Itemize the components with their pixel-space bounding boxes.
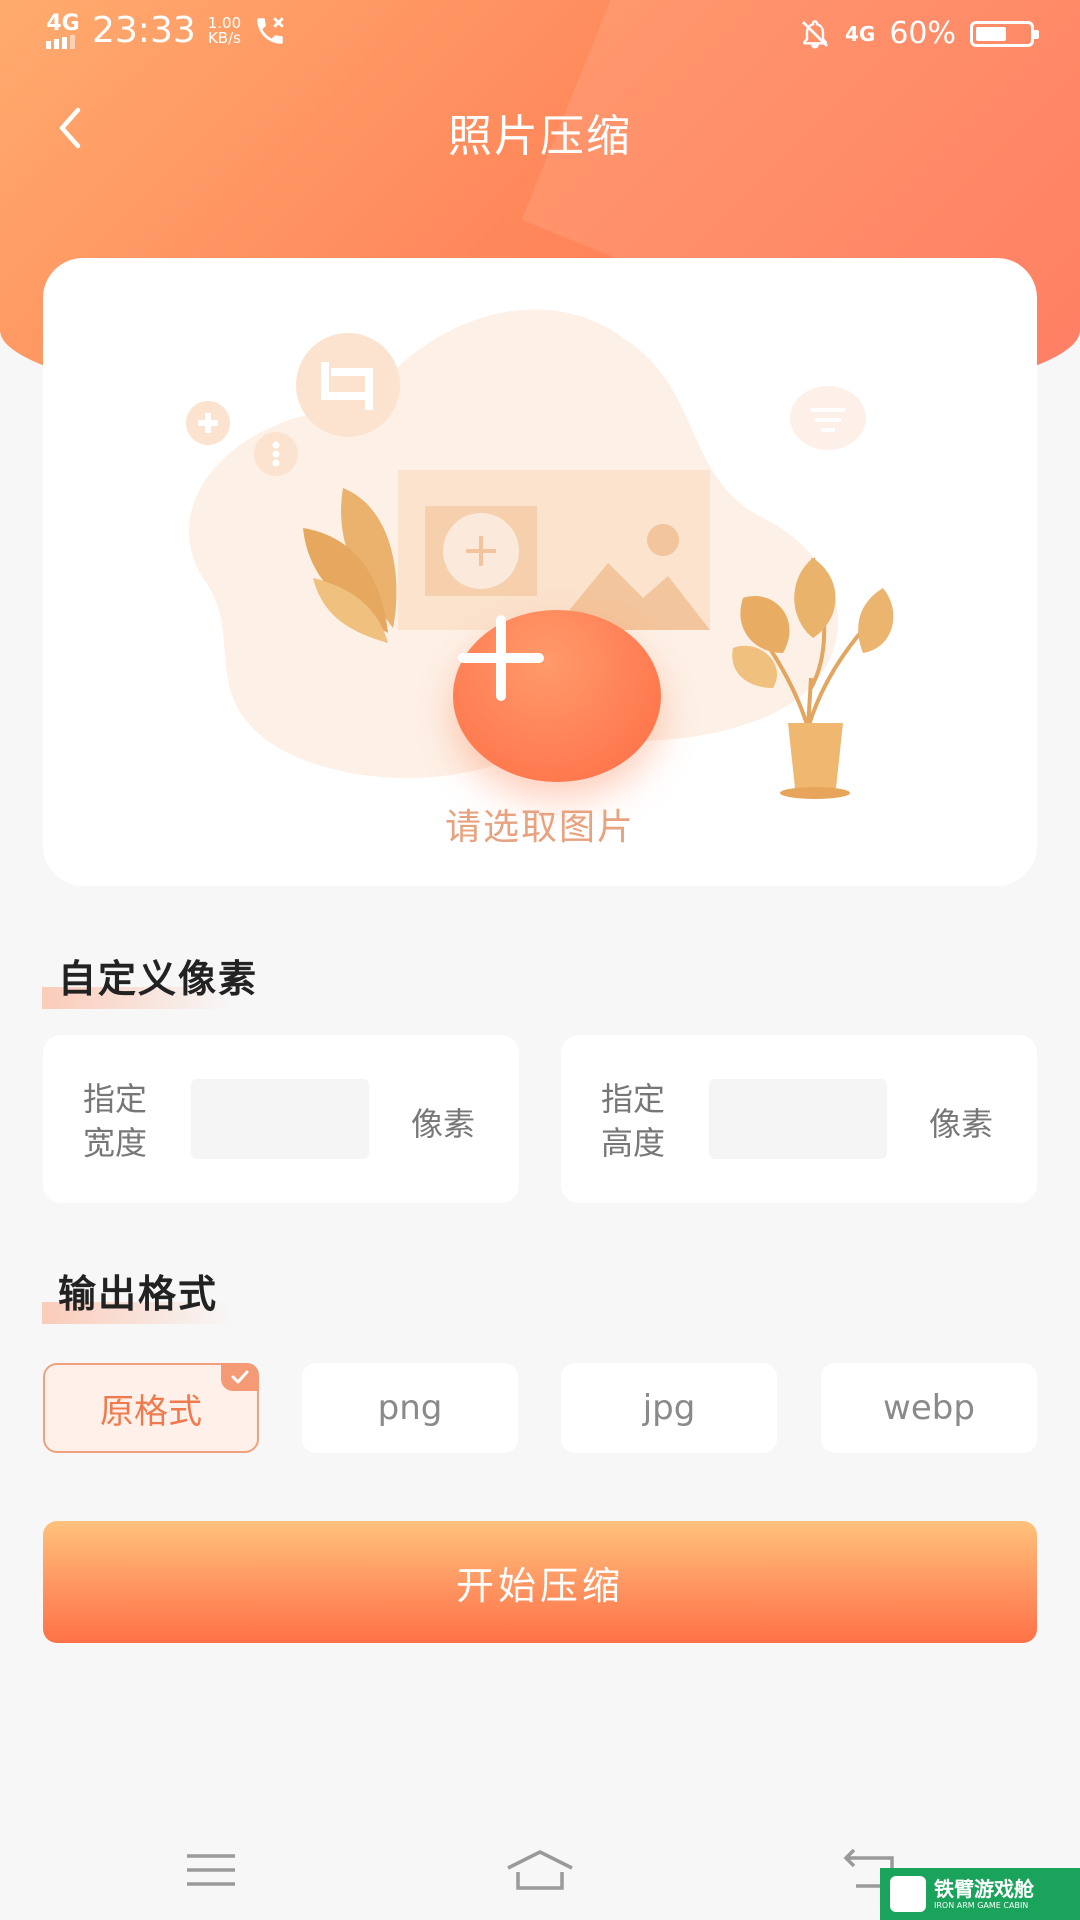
format-option-png[interactable]: png (302, 1363, 518, 1453)
custom-pixels-title: 自定义像素 (41, 948, 258, 1009)
add-image-button[interactable] (453, 610, 661, 782)
start-compress-label: 开始压缩 (455, 1563, 624, 1608)
network-type: 4G (46, 10, 80, 36)
height-input[interactable] (709, 1079, 887, 1159)
width-label: 指定宽度 (83, 1080, 148, 1162)
clock: 23:33 (92, 10, 196, 51)
picker-hint: 请选取图片 (444, 807, 635, 848)
battery-icon (970, 20, 1039, 47)
battery-level (976, 26, 1006, 41)
nav-home-button[interactable] (495, 1840, 585, 1900)
page-title: 照片压缩 (448, 111, 632, 162)
output-format-title: 输出格式 (41, 1263, 233, 1324)
battery-percent: 60% (889, 16, 956, 51)
crop-bubble (296, 333, 400, 437)
image-picker-card[interactable]: 请选取图片 (43, 258, 1037, 886)
status-bar: 4G 23:33 1.00 KB/s 4G 60% (0, 0, 1080, 70)
format-option-original[interactable]: 原格式 (43, 1363, 259, 1453)
nav-menu-button[interactable] (166, 1840, 256, 1900)
plus-icon (458, 615, 544, 701)
start-compress-button[interactable]: 开始压缩 (43, 1521, 1037, 1643)
width-card: 指定宽度 像素 (43, 1035, 519, 1203)
format-option-jpg[interactable]: jpg (561, 1363, 777, 1453)
bell-off-icon (802, 19, 828, 49)
signal-bars-icon (46, 34, 75, 49)
format-option-label: png (377, 1388, 443, 1428)
call-icon (257, 16, 284, 44)
height-card: 指定高度 像素 (561, 1035, 1037, 1203)
watermark-sub: IRON ARM GAME CABIN (934, 1900, 1029, 1910)
title-bar: 照片压缩 (0, 88, 1080, 168)
format-option-webp[interactable]: webp (821, 1363, 1037, 1453)
speed-unit: KB/s (207, 28, 241, 47)
height-unit: 像素 (928, 1105, 993, 1143)
width-unit: 像素 (410, 1105, 475, 1143)
checkmark-icon (231, 1370, 249, 1384)
signal-indicator: 4G (46, 10, 80, 49)
format-option-label: jpg (642, 1388, 696, 1428)
selected-check (221, 1363, 259, 1391)
watermark-badge: 铁臂游戏舱 IRON ARM GAME CABIN (880, 1868, 1080, 1920)
picker-illustration (186, 309, 894, 799)
width-input[interactable] (191, 1079, 369, 1159)
home-icon (507, 1850, 573, 1890)
watermark-main: 铁臂游戏舱 (934, 1876, 1034, 1901)
menu-icon (187, 1854, 235, 1886)
height-label: 指定高度 (601, 1080, 666, 1162)
watermark-logo (890, 1876, 926, 1912)
format-option-label: 原格式 (100, 1391, 202, 1432)
more-dots-icon (272, 441, 280, 467)
network-speed: 1.00 KB/s (207, 15, 241, 47)
network-type-right: 4G (844, 21, 876, 46)
format-option-label: webp (883, 1388, 975, 1428)
